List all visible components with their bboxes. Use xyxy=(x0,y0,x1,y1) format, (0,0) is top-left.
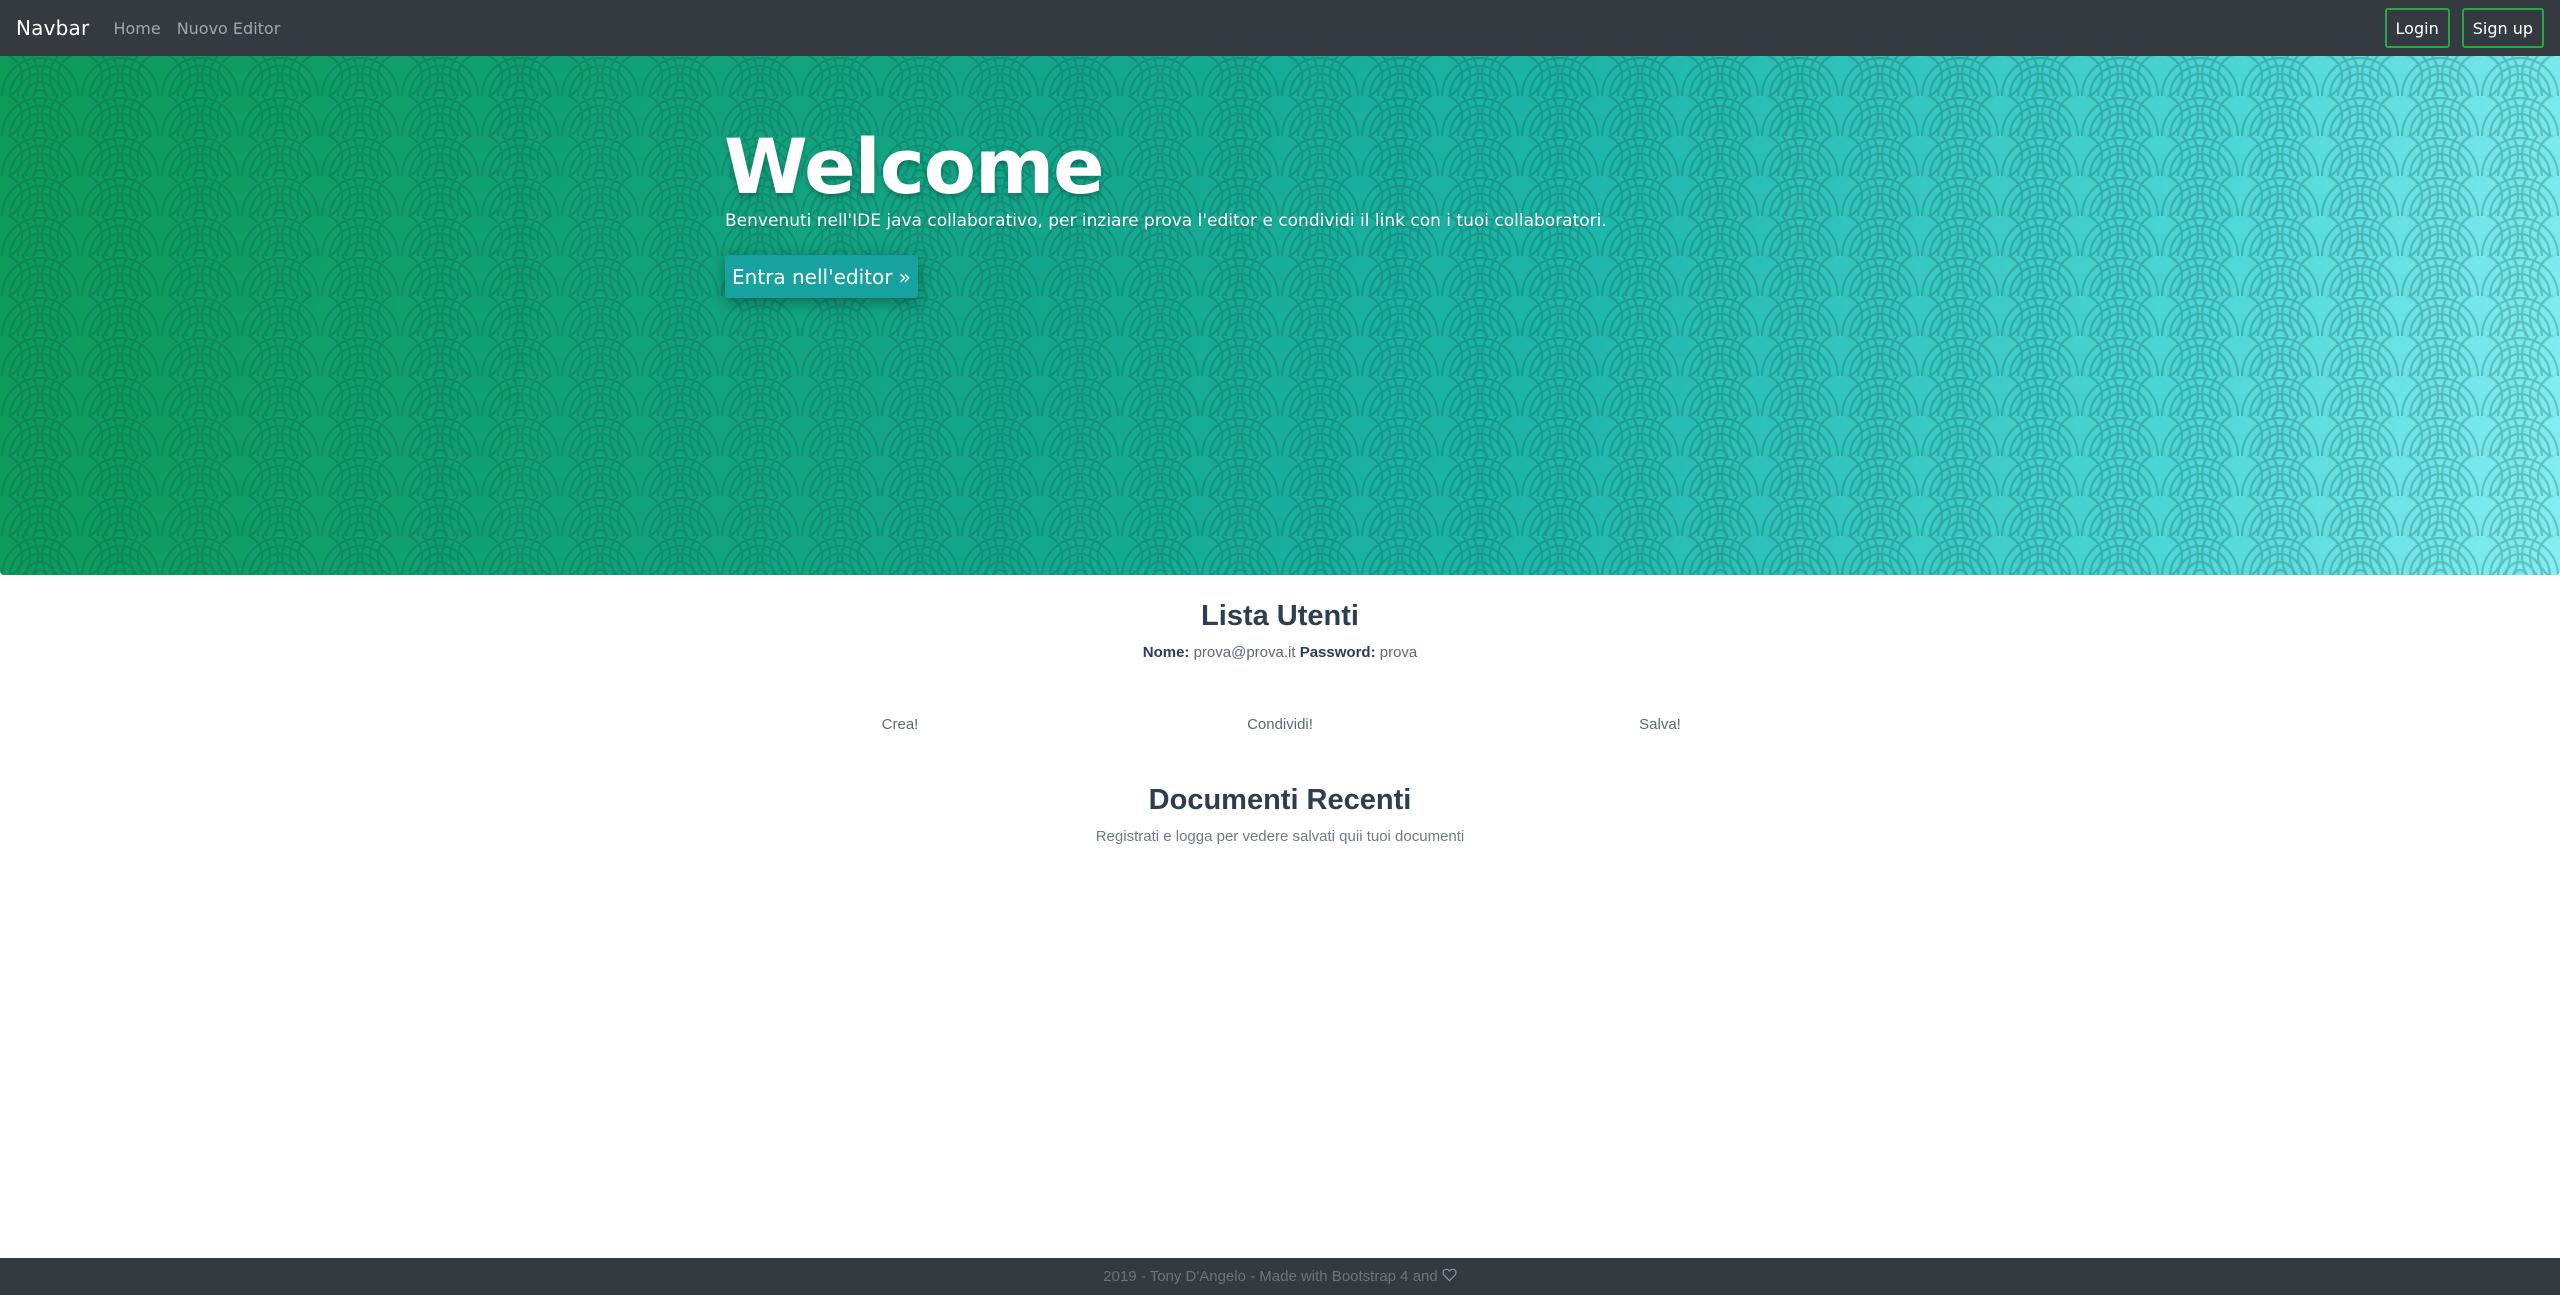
name-label: Nome: xyxy=(1142,644,1190,661)
user-credentials: Nome: prova@prova.it Password: prova xyxy=(0,644,2560,661)
name-value: prova@prova.it xyxy=(1193,644,1296,661)
feature-save: Salva! xyxy=(1639,716,1681,733)
hero-jumbotron: Welcome Benvenuti nell'IDE java collabor… xyxy=(0,56,2560,575)
nav-link-home[interactable]: Home xyxy=(113,19,160,38)
login-button[interactable]: Login xyxy=(2384,8,2450,48)
hero-title: Welcome xyxy=(724,122,1105,211)
signup-button[interactable]: Sign up xyxy=(2461,8,2544,48)
nav-link-new-editor[interactable]: Nuovo Editor xyxy=(177,19,281,38)
enter-editor-button[interactable]: Entra nell'editor » xyxy=(725,255,919,298)
footer: 2019 - Tony D'Angelo - Made with Bootstr… xyxy=(0,1258,2560,1295)
recent-documents-heading: Documenti Recenti xyxy=(1148,784,1412,816)
feature-share: Condividi! xyxy=(1247,716,1313,733)
footer-text: 2019 - Tony D'Angelo - Made with Bootstr… xyxy=(1103,1268,1438,1285)
password-value: prova xyxy=(1379,644,1418,661)
navbar-actions: Login Sign up xyxy=(2384,8,2544,48)
hero-subtitle: Benvenuti nell'IDE java collaborativo, p… xyxy=(725,211,1607,231)
recent-documents-empty-text: Registrati e logga per vedere salvati qu… xyxy=(1095,828,1465,845)
password-label: Password: xyxy=(1299,644,1376,661)
feature-create: Crea! xyxy=(881,716,919,733)
users-heading: Lista Utenti xyxy=(1201,600,1359,632)
heart-icon xyxy=(1442,1268,1457,1286)
wave-pattern-background xyxy=(0,56,2560,575)
navbar-brand[interactable]: Navbar xyxy=(16,16,89,40)
top-navbar: Navbar Home Nuovo Editor Login Sign up xyxy=(0,0,2560,56)
